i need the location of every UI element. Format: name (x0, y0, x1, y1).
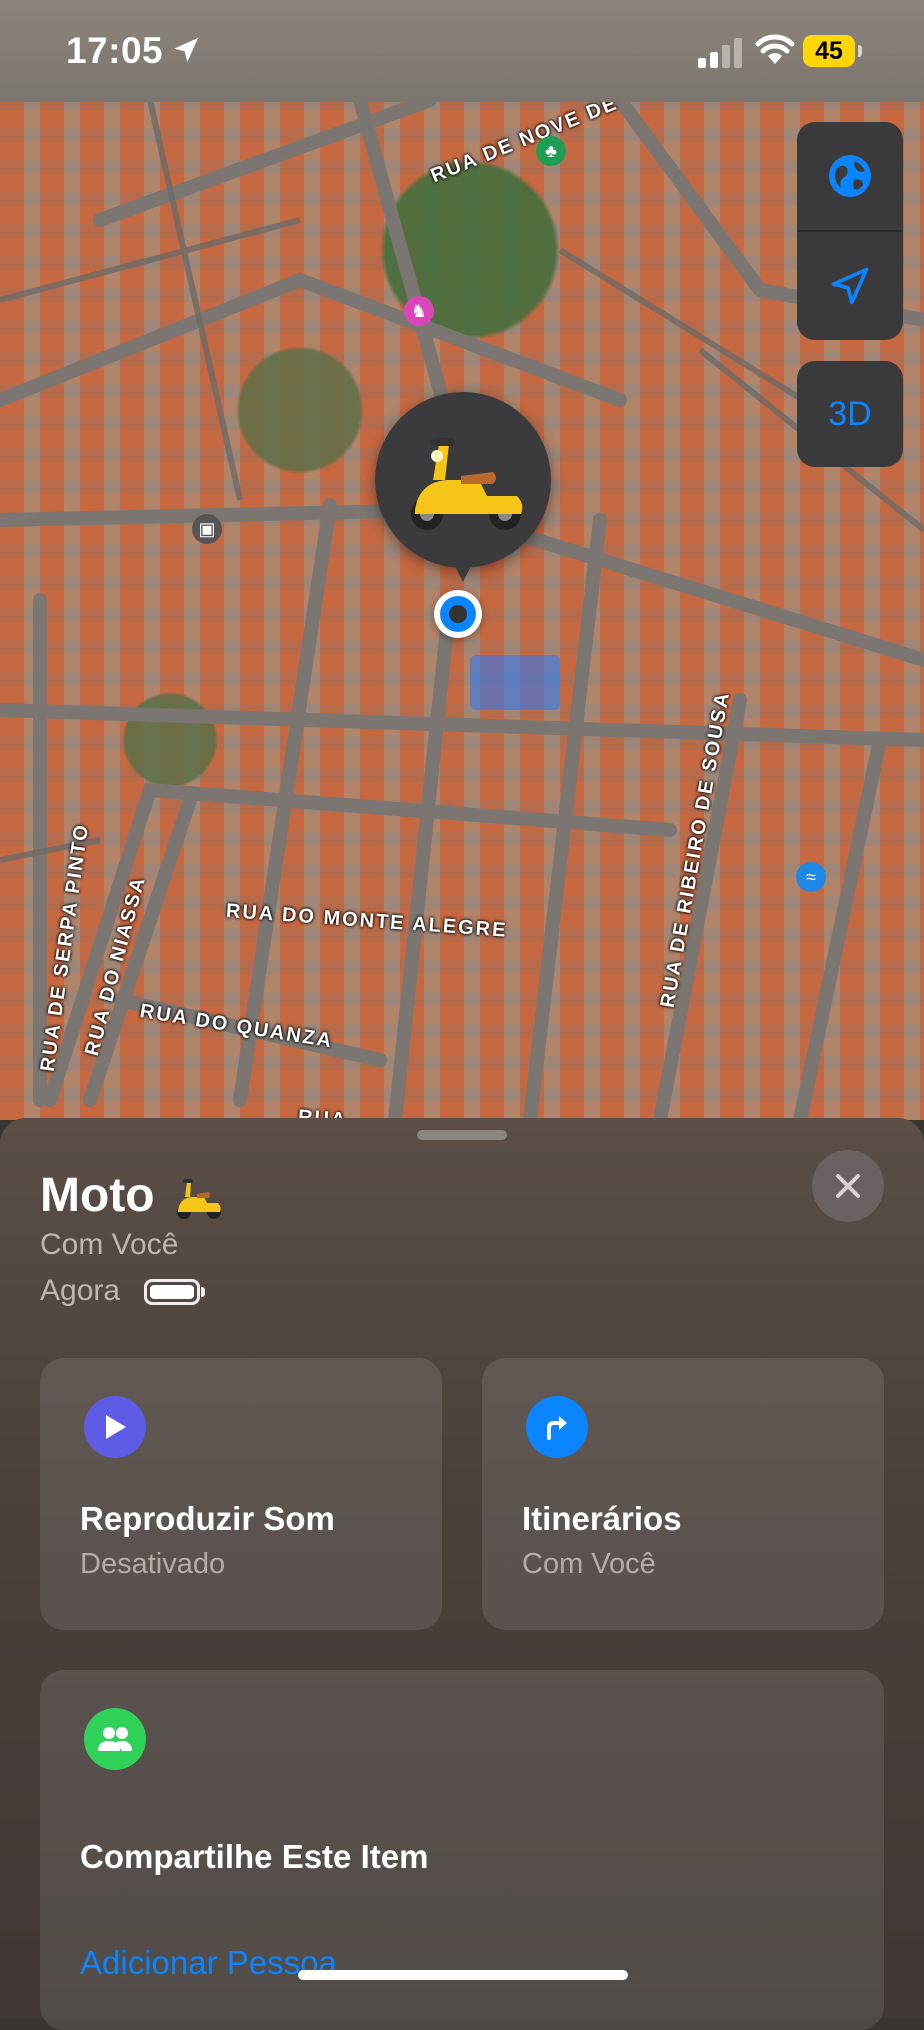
directions-card[interactable]: Itinerários Com Você (482, 1358, 884, 1630)
item-battery-icon (144, 1279, 200, 1305)
play-sound-status: Desativado (80, 1548, 226, 1580)
swimming-poi-icon[interactable]: ≈ (796, 862, 826, 892)
directions-arrow-icon (547, 1416, 567, 1440)
location-services-icon (174, 38, 198, 62)
car-poi-icon[interactable]: ▣ (192, 514, 222, 544)
item-status: Com Você (40, 1228, 179, 1261)
play-icon-badge (84, 1396, 146, 1458)
current-location-dot[interactable] (434, 590, 482, 638)
map-controls (797, 122, 903, 340)
park-poi-icon[interactable]: ♣ (536, 136, 566, 166)
item-title: Moto (40, 1169, 155, 1222)
item-detail-sheet[interactable]: Moto Com Você Agora Reproduzir Som Desat… (0, 1118, 924, 2030)
battery-cap (858, 45, 862, 57)
status-time: 17:05 (66, 30, 164, 71)
sheet-grabber[interactable] (417, 1130, 507, 1140)
wifi-icon (755, 34, 795, 64)
directions-status: Com Você (522, 1548, 656, 1580)
location-accuracy-area (470, 655, 560, 710)
people-icon-badge (84, 1708, 146, 1770)
location-dot-ring (440, 596, 476, 632)
share-item-title: Compartilhe Este Item (80, 1838, 429, 1875)
close-icon (836, 1174, 860, 1198)
item-location-pin[interactable] (375, 392, 551, 568)
last-updated: Agora (40, 1274, 121, 1307)
item-battery-fill (150, 1285, 194, 1299)
directions-title: Itinerários (522, 1500, 682, 1537)
home-indicator[interactable] (298, 1970, 628, 1980)
play-sound-title: Reproduzir Som (80, 1500, 335, 1537)
scooter-icon (411, 438, 523, 530)
item-battery-cap (201, 1287, 205, 1297)
tracking-button[interactable] (797, 232, 903, 340)
pin-tail (451, 558, 475, 582)
close-button[interactable] (812, 1150, 884, 1222)
people-icon (98, 1727, 132, 1751)
battery-indicator: 45 (803, 35, 855, 67)
status-bar: 17:05 45 (0, 0, 924, 102)
location-dot-core (449, 605, 467, 623)
horse-poi-icon[interactable]: ♞ (404, 296, 434, 326)
cellular-signal-icon (698, 38, 742, 68)
3d-view-button[interactable]: 3D (797, 361, 903, 467)
directions-icon-badge (526, 1396, 588, 1458)
play-icon (106, 1415, 126, 1439)
location-arrow-icon (831, 267, 869, 305)
globe-icon (829, 155, 871, 197)
play-sound-card[interactable]: Reproduzir Som Desativado (40, 1358, 442, 1630)
scooter-emoji-icon (177, 1179, 221, 1219)
map-type-button[interactable] (797, 122, 903, 230)
